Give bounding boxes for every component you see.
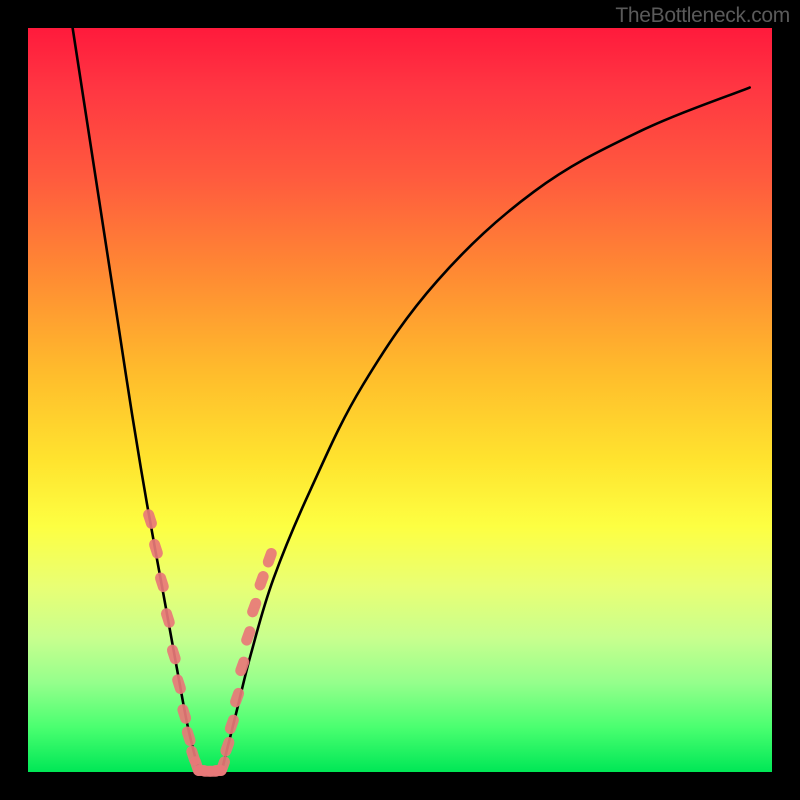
left-dots-marker	[160, 607, 177, 629]
plot-area	[28, 28, 772, 772]
dot-layer	[142, 508, 279, 777]
watermark-text: TheBottleneck.com	[615, 4, 790, 28]
left-dots-marker	[148, 538, 165, 560]
left-dots-marker	[142, 508, 159, 530]
chart-svg	[28, 28, 772, 772]
right-dots-marker	[223, 713, 240, 736]
left-dots-marker	[171, 673, 188, 695]
bottom-dots-marker	[210, 765, 226, 776]
left-dots-marker	[176, 703, 193, 725]
right-dots-marker	[219, 735, 236, 758]
right-dots-marker	[253, 570, 270, 593]
right-curve	[221, 88, 749, 772]
left-dots-marker	[180, 725, 197, 747]
right-dots-marker	[246, 596, 263, 619]
left-dots-marker	[154, 571, 171, 593]
left-dots-marker	[165, 643, 182, 665]
right-dots-marker	[261, 546, 278, 569]
chart-frame: TheBottleneck.com	[0, 0, 800, 800]
